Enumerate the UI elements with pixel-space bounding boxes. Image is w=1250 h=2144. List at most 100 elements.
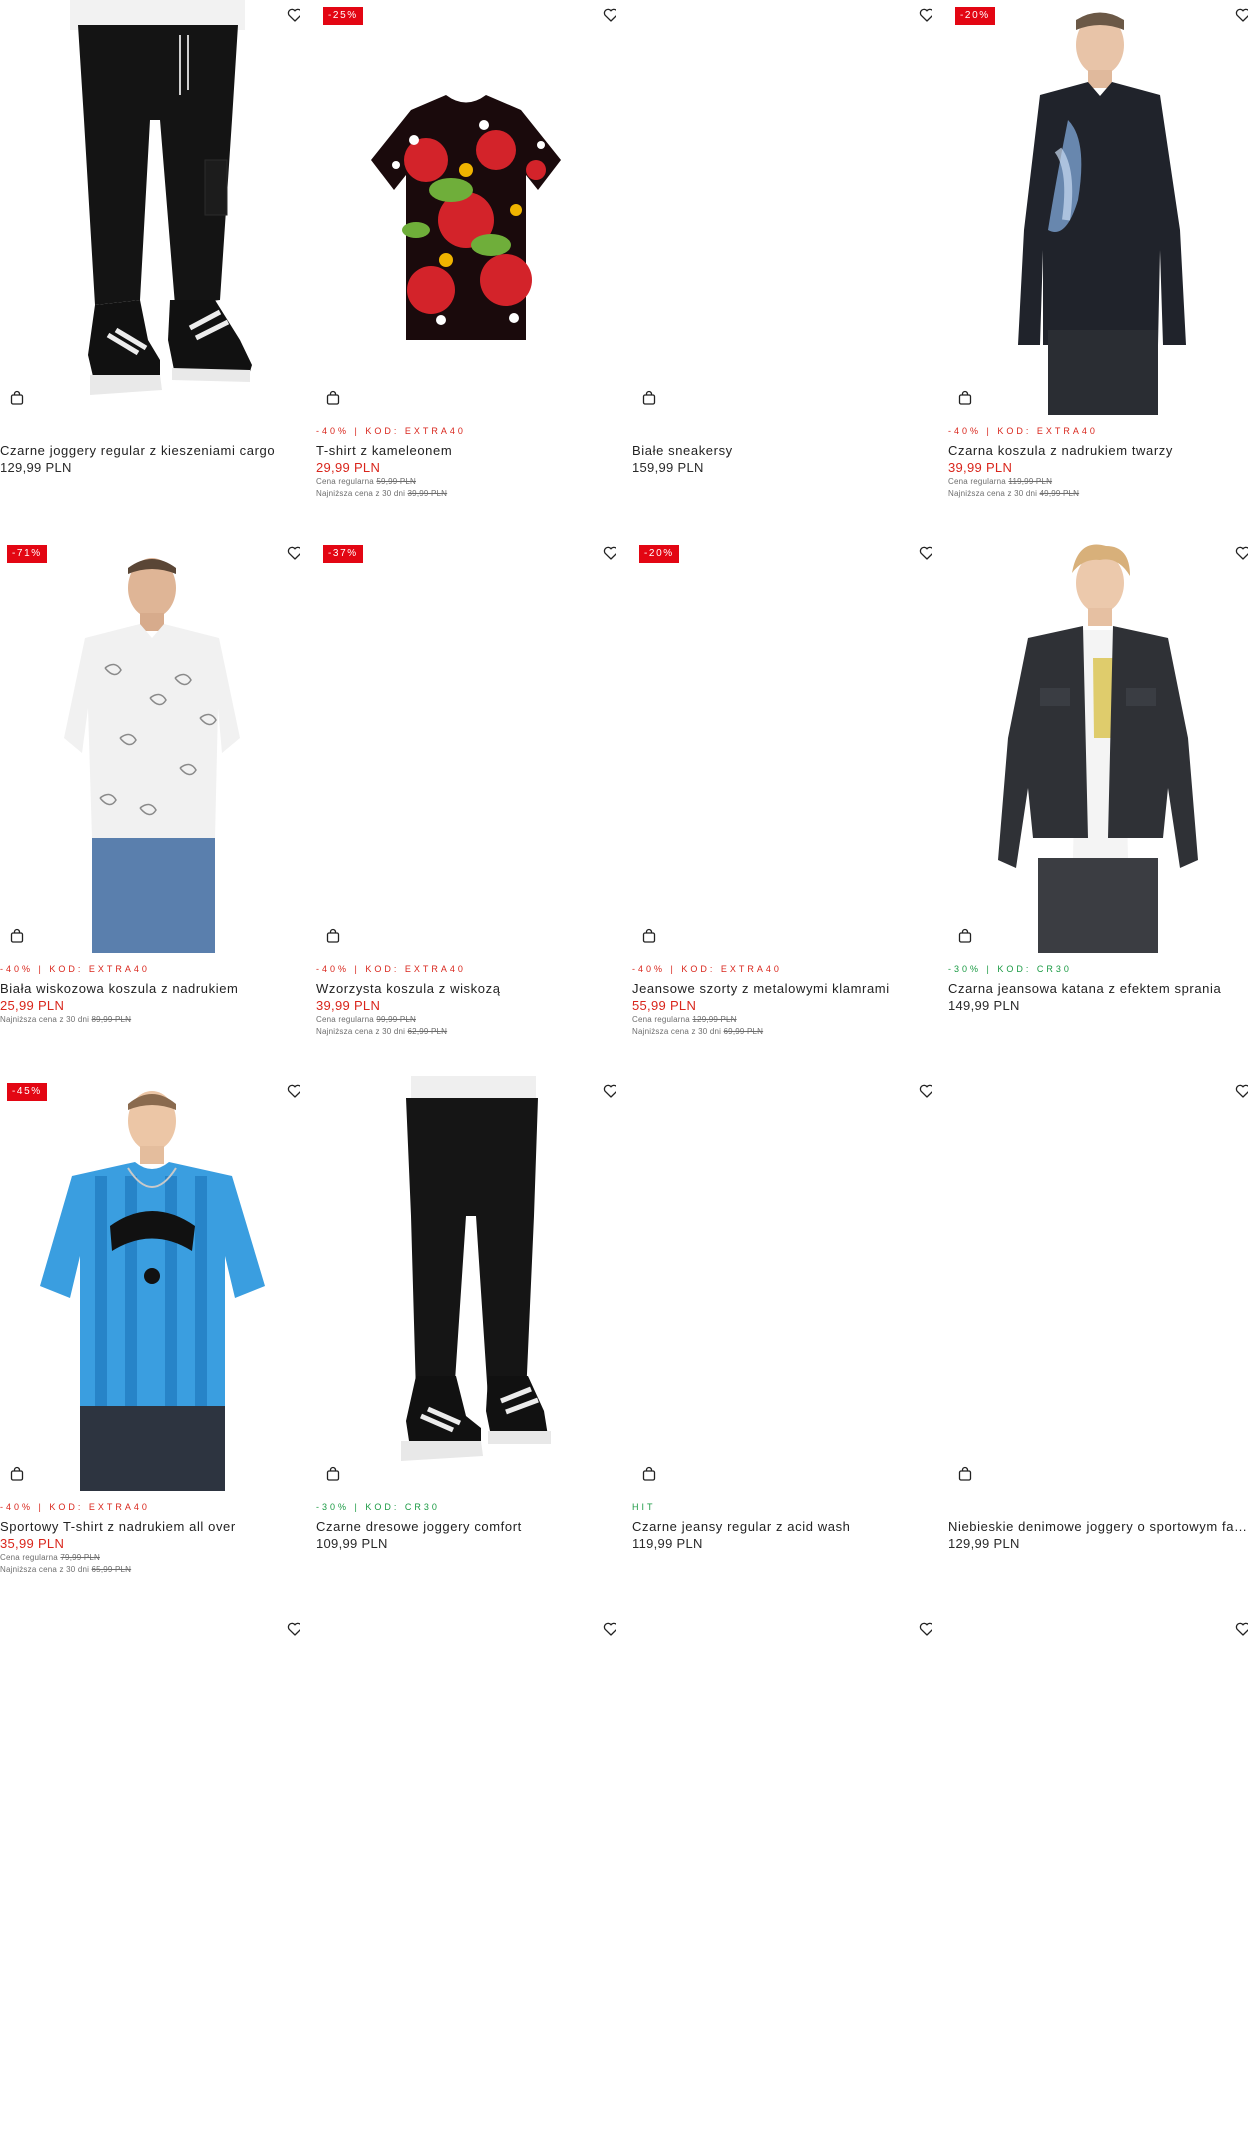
product-name[interactable]: Biała wiskozowa koszula z nadrukiem [0, 981, 300, 997]
product-name[interactable]: Czarne dresowe joggery comfort [316, 1519, 616, 1535]
shopping-bag-icon[interactable] [9, 928, 25, 944]
product-image[interactable] [948, 1614, 1248, 2029]
product-image-area[interactable]: -20% [948, 0, 1248, 415]
product-card[interactable]: -20% -40% | KOD: EXTRA40 Czarna koszula … [948, 0, 1248, 530]
product-image[interactable] [632, 538, 932, 953]
promo-code: -40% | KOD: EXTRA40 [948, 426, 1098, 436]
product-image-area[interactable] [948, 1076, 1248, 1491]
product-image-area[interactable]: -25% [316, 0, 616, 415]
regular-price-value: 59,99 PLN [376, 477, 416, 486]
shopping-bag-icon[interactable] [957, 1466, 973, 1482]
product-image[interactable] [632, 1614, 932, 2029]
heart-icon[interactable] [1235, 545, 1248, 561]
regular-price-label: Cena regularna [0, 1553, 58, 1562]
product-info: Białe sneakersy 159,99 PLN Cena regularn… [632, 425, 932, 476]
heart-icon[interactable] [919, 545, 932, 561]
shopping-bag-icon[interactable] [957, 390, 973, 406]
product-image-area[interactable] [0, 1614, 300, 2029]
product-image-area[interactable] [316, 1076, 616, 1491]
product-card[interactable]: -20% -40% | KOD: EXTRA40 Jeansowe szorty… [632, 538, 932, 1068]
product-name[interactable]: Czarna jeansowa katana z efektem sprania [948, 981, 1248, 997]
product-image[interactable] [316, 538, 616, 953]
product-card[interactable]: Czarne joggery regular z kieszeniami car… [0, 0, 300, 530]
product-card[interactable]: Niebieskie denimowe joggery o sportowym … [948, 1076, 1248, 1606]
product-name[interactable]: Białe sneakersy [632, 443, 932, 459]
heart-icon[interactable] [919, 7, 932, 23]
product-card[interactable]: Białe sneakersy 159,99 PLN Cena regularn… [632, 0, 932, 530]
product-image-area[interactable]: -37% [316, 538, 616, 953]
shopping-bag-icon[interactable] [641, 928, 657, 944]
product-image[interactable] [0, 1076, 300, 1491]
product-image[interactable] [0, 538, 300, 953]
product-card[interactable]: Cena regularna Najniższa cena z 30 dni [0, 1614, 300, 2144]
product-image-area[interactable] [632, 1076, 932, 1491]
heart-icon[interactable] [1235, 1083, 1248, 1099]
product-image-area[interactable] [948, 1614, 1248, 2029]
discount-badge: -37% [323, 545, 363, 563]
product-name[interactable]: Jeansowe szorty z metalowymi klamrami [632, 981, 932, 997]
shopping-bag-icon[interactable] [957, 928, 973, 944]
heart-icon[interactable] [287, 545, 300, 561]
product-image[interactable] [316, 1614, 616, 2029]
product-image-area[interactable] [948, 538, 1248, 953]
heart-icon[interactable] [287, 1083, 300, 1099]
shopping-bag-icon[interactable] [641, 1466, 657, 1482]
product-card[interactable]: Cena regularna Najniższa cena z 30 dni [632, 1614, 932, 2144]
product-name[interactable]: Czarna koszula z nadrukiem twarzy [948, 443, 1248, 459]
heart-icon[interactable] [603, 7, 616, 23]
shopping-bag-icon[interactable] [325, 1466, 341, 1482]
product-image-area[interactable]: -71% [0, 538, 300, 953]
product-name[interactable]: Wzorzysta koszula z wiskozą [316, 981, 616, 997]
heart-icon[interactable] [919, 1083, 932, 1099]
heart-icon[interactable] [603, 1083, 616, 1099]
shopping-bag-icon[interactable] [9, 390, 25, 406]
shopping-bag-icon[interactable] [9, 1466, 25, 1482]
product-image-area[interactable] [0, 0, 300, 415]
product-image-area[interactable] [632, 1614, 932, 2029]
product-name[interactable]: Niebieskie denimowe joggery o sportowym … [948, 1519, 1248, 1535]
lowest-price-value: 39,99 PLN [407, 489, 448, 498]
product-image[interactable] [632, 1076, 932, 1491]
product-card[interactable]: -37% -40% | KOD: EXTRA40 Wzorzysta koszu… [316, 538, 616, 1068]
product-card[interactable]: Cena regularna Najniższa cena z 30 dni [948, 1614, 1248, 2144]
shopping-bag-icon[interactable] [641, 390, 657, 406]
product-image[interactable] [0, 0, 300, 415]
product-image[interactable] [948, 0, 1248, 415]
product-price: 35,99 PLN [0, 1536, 65, 1551]
product-image[interactable] [316, 0, 616, 415]
product-image[interactable] [0, 1614, 300, 2029]
product-name[interactable]: Sportowy T-shirt z nadrukiem all over [0, 1519, 300, 1535]
product-card[interactable]: HIT Czarne jeansy regular z acid wash 11… [632, 1076, 932, 1606]
heart-icon[interactable] [287, 7, 300, 23]
product-image[interactable] [948, 1076, 1248, 1491]
product-image-area[interactable]: -20% [632, 538, 932, 953]
product-name[interactable]: T-shirt z kameleonem [316, 443, 616, 459]
promo-code: -40% | KOD: EXTRA40 [0, 1502, 150, 1512]
heart-icon[interactable] [603, 1621, 616, 1637]
heart-icon[interactable] [287, 1621, 300, 1637]
lowest-price-label: Najniższa cena z 30 dni [316, 1027, 406, 1036]
heart-icon[interactable] [1235, 1621, 1248, 1637]
product-image-area[interactable] [316, 1614, 616, 2029]
product-card[interactable]: -45% -40% | KOD: EXTRA40 Sportowy T-shir… [0, 1076, 300, 1606]
product-card[interactable]: -30% | KOD: CR30 Czarne dresowe joggery … [316, 1076, 616, 1606]
product-image[interactable] [948, 538, 1248, 953]
product-card[interactable]: -71% -40% | KOD: EXTRA40 Biała wiskozowa… [0, 538, 300, 1068]
product-image-area[interactable] [632, 0, 932, 415]
product-card[interactable]: -25% -40% | KOD: EXTRA40 T-shirt z kamel… [316, 0, 616, 530]
lowest-price-row: Najniższa cena z 30 dni 89,99 PLN [0, 1014, 300, 1026]
product-image[interactable] [316, 1076, 616, 1491]
product-card[interactable]: -30% | KOD: CR30 Czarna jeansowa katana … [948, 538, 1248, 1068]
product-name[interactable]: Czarne joggery regular z kieszeniami car… [0, 443, 300, 459]
shopping-bag-icon[interactable] [325, 928, 341, 944]
product-name[interactable]: Czarne jeansy regular z acid wash [632, 1519, 932, 1535]
regular-price-row: Cena regularna 59,99 PLN [316, 476, 616, 488]
heart-icon[interactable] [919, 1621, 932, 1637]
product-image-area[interactable]: -45% [0, 1076, 300, 1491]
heart-icon[interactable] [1235, 7, 1248, 23]
product-image[interactable] [632, 0, 932, 415]
discount-badge: -20% [639, 545, 679, 563]
product-card[interactable]: Cena regularna Najniższa cena z 30 dni [316, 1614, 616, 2144]
shopping-bag-icon[interactable] [325, 390, 341, 406]
heart-icon[interactable] [603, 545, 616, 561]
